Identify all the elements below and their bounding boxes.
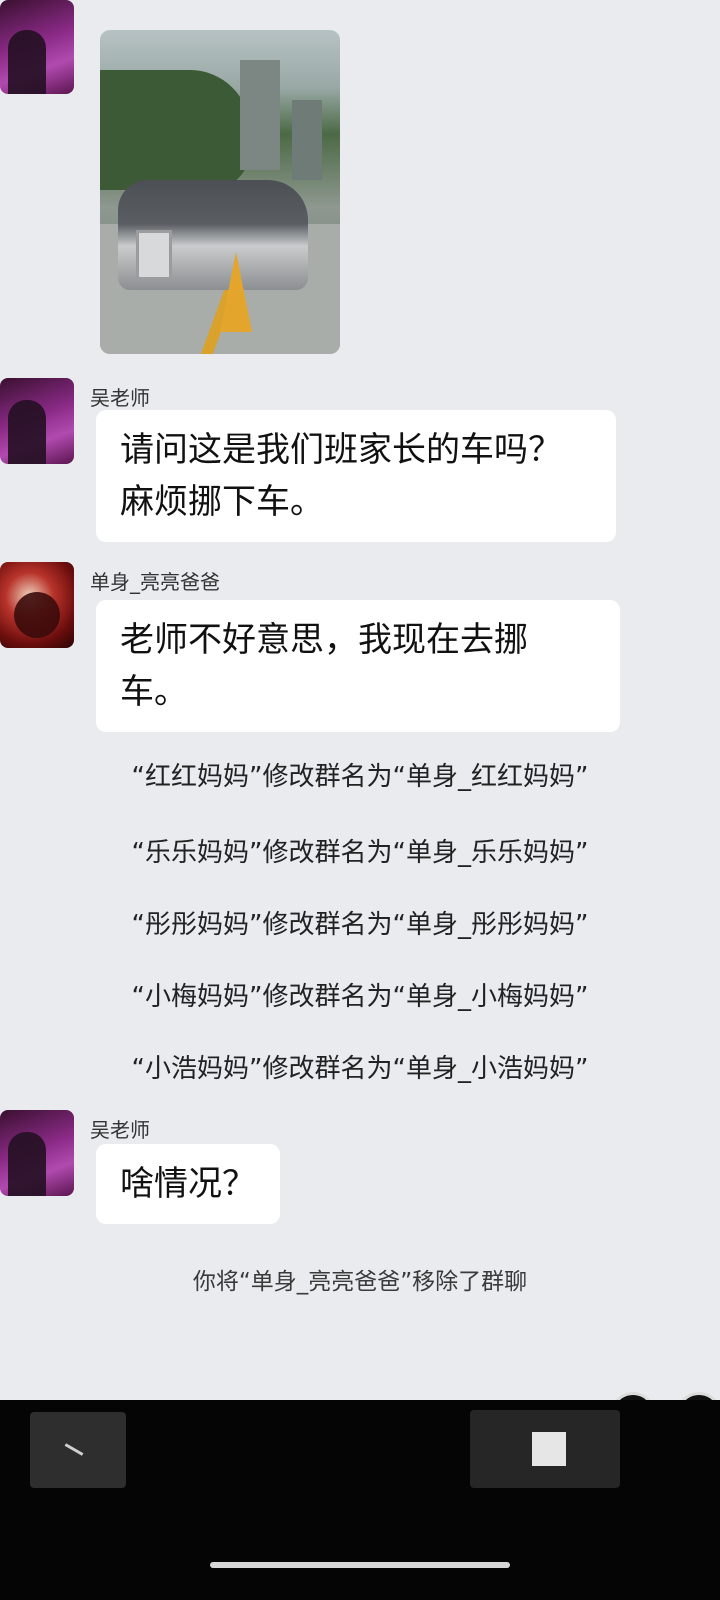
message-line: 车。 [120, 672, 188, 712]
avatar[interactable] [0, 0, 74, 94]
system-notice: “小浩妈妈”修改群名为“单身_小浩妈妈” [131, 1054, 589, 1084]
avatar[interactable] [0, 378, 74, 464]
chat-area: 吴老师 请问这是我们班家长的车吗？ 麻烦挪下车。 单身_亮亮爸爸 老师不好意思，… [0, 0, 720, 1400]
system-notice: “乐乐妈妈”修改群名为“单身_乐乐妈妈” [131, 838, 589, 868]
message-line: 请问这是我们班家长的车吗？ [120, 430, 562, 470]
back-button[interactable] [30, 1412, 126, 1488]
back-arrow-icon [64, 1443, 84, 1456]
message-bubble[interactable]: 老师不好意思，我现在去挪 车。 [96, 600, 620, 732]
avatar[interactable] [0, 1110, 74, 1196]
sender-name: 吴老师 [90, 1118, 150, 1142]
system-notice: “红红妈妈”修改群名为“单身_红红妈妈” [131, 762, 589, 792]
sender-name: 单身_亮亮爸爸 [90, 570, 220, 594]
message-line: 啥情况？ [120, 1164, 256, 1204]
navigation-bar [0, 1400, 720, 1600]
square-icon [532, 1432, 566, 1466]
recents-button[interactable] [470, 1410, 620, 1488]
message-bubble[interactable]: 请问这是我们班家长的车吗？ 麻烦挪下车。 [96, 410, 616, 542]
message-line: 麻烦挪下车。 [120, 482, 324, 522]
message-bubble[interactable]: 啥情况？ [96, 1144, 280, 1224]
car-photo-message[interactable] [100, 30, 340, 354]
message-line: 老师不好意思，我现在去挪 [120, 620, 528, 660]
avatar[interactable] [0, 562, 74, 648]
sender-name: 吴老师 [90, 386, 150, 410]
removal-notice: 你将“单身_亮亮爸爸”移除了群聊 [192, 1269, 528, 1295]
system-notice: “小梅妈妈”修改群名为“单身_小梅妈妈” [131, 982, 589, 1012]
home-indicator[interactable] [210, 1562, 510, 1568]
system-notice: “彤彤妈妈”修改群名为“单身_彤彤妈妈” [131, 910, 589, 940]
